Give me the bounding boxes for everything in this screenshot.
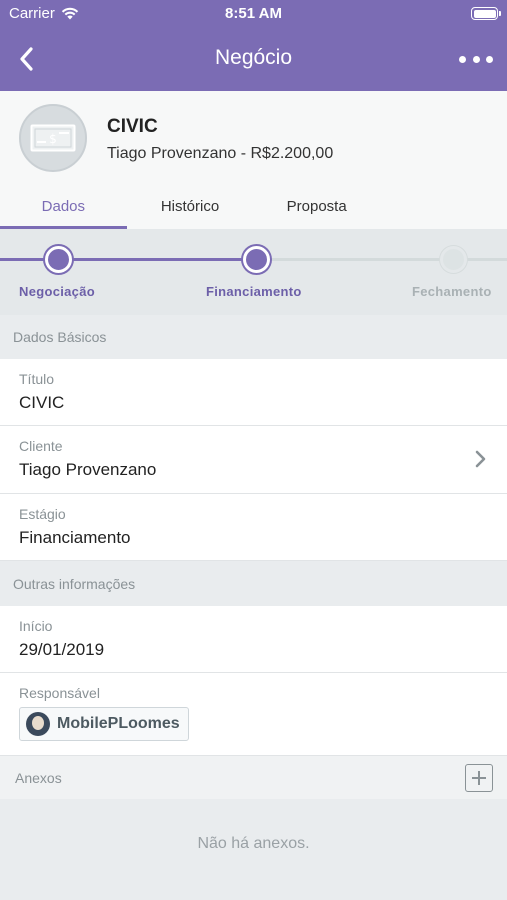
field-value: 29/01/2019	[19, 640, 105, 659]
tab-historico[interactable]: Histórico	[127, 185, 254, 229]
deal-avatar: $	[19, 104, 87, 172]
stage-dot-fechamento[interactable]	[440, 246, 467, 273]
anexos-title: Anexos	[15, 770, 62, 786]
battery-icon	[471, 7, 501, 20]
user-chip-name: MobilePLoomes	[57, 715, 180, 732]
field-label: Início	[19, 618, 53, 634]
deal-header: $ CIVIC Tiago Provenzano - R$2.200,00 Da…	[0, 91, 507, 229]
stage-dot-negociacao[interactable]	[45, 246, 72, 273]
section-header-outras-informacoes: Outras informações	[0, 561, 507, 606]
deal-name: CIVIC	[107, 116, 158, 137]
svg-text:$: $	[49, 132, 57, 146]
field-value: Financiamento	[19, 528, 131, 547]
clock: 8:51 AM	[225, 5, 282, 22]
field-label: Título	[19, 371, 55, 387]
stage-label-negociacao: Negociação	[19, 284, 95, 299]
tab-proposta[interactable]: Proposta	[253, 185, 380, 229]
field-label: Estágio	[19, 506, 66, 522]
field-responsavel[interactable]: Responsável MobilePLoomes	[0, 673, 507, 756]
field-cliente[interactable]: Cliente Tiago Provenzano	[0, 426, 507, 494]
more-options-icon[interactable]	[459, 50, 493, 68]
deal-subtitle: Tiago Provenzano - R$2.200,00	[107, 145, 334, 162]
field-titulo[interactable]: Título CIVIC	[0, 359, 507, 426]
stage-stepper: Negociação Financiamento Fechamento	[0, 229, 507, 315]
field-value: Tiago Provenzano	[19, 460, 157, 479]
section-header-anexos: Anexos	[0, 756, 507, 799]
stage-label-financiamento: Financiamento	[206, 284, 302, 299]
field-inicio[interactable]: Início 29/01/2019	[0, 606, 507, 673]
field-label: Cliente	[19, 438, 63, 454]
field-label: Responsável	[19, 685, 100, 701]
add-attachment-button[interactable]	[465, 764, 493, 792]
stepper-progress-line	[0, 258, 256, 261]
stage-dot-financiamento[interactable]	[243, 246, 270, 273]
chevron-right-icon	[475, 450, 486, 468]
user-chip[interactable]: MobilePLoomes	[19, 707, 189, 741]
status-bar: Carrier 8:51 AM	[0, 0, 507, 28]
tab-bar: Dados Histórico Proposta	[0, 185, 380, 229]
stage-label-fechamento: Fechamento	[412, 284, 492, 299]
tab-dados[interactable]: Dados	[0, 185, 127, 229]
stepper-remaining-line	[256, 258, 507, 261]
navigation-bar: Negócio	[0, 28, 507, 91]
money-bill-icon: $	[30, 124, 76, 152]
page-title: Negócio	[214, 46, 293, 69]
field-value: CIVIC	[19, 393, 65, 412]
attachments-empty-state: Não há anexos.	[0, 799, 507, 900]
avatar	[26, 712, 50, 736]
field-estagio[interactable]: Estágio Financiamento	[0, 494, 507, 561]
section-header-dados-basicos: Dados Básicos	[0, 315, 507, 359]
